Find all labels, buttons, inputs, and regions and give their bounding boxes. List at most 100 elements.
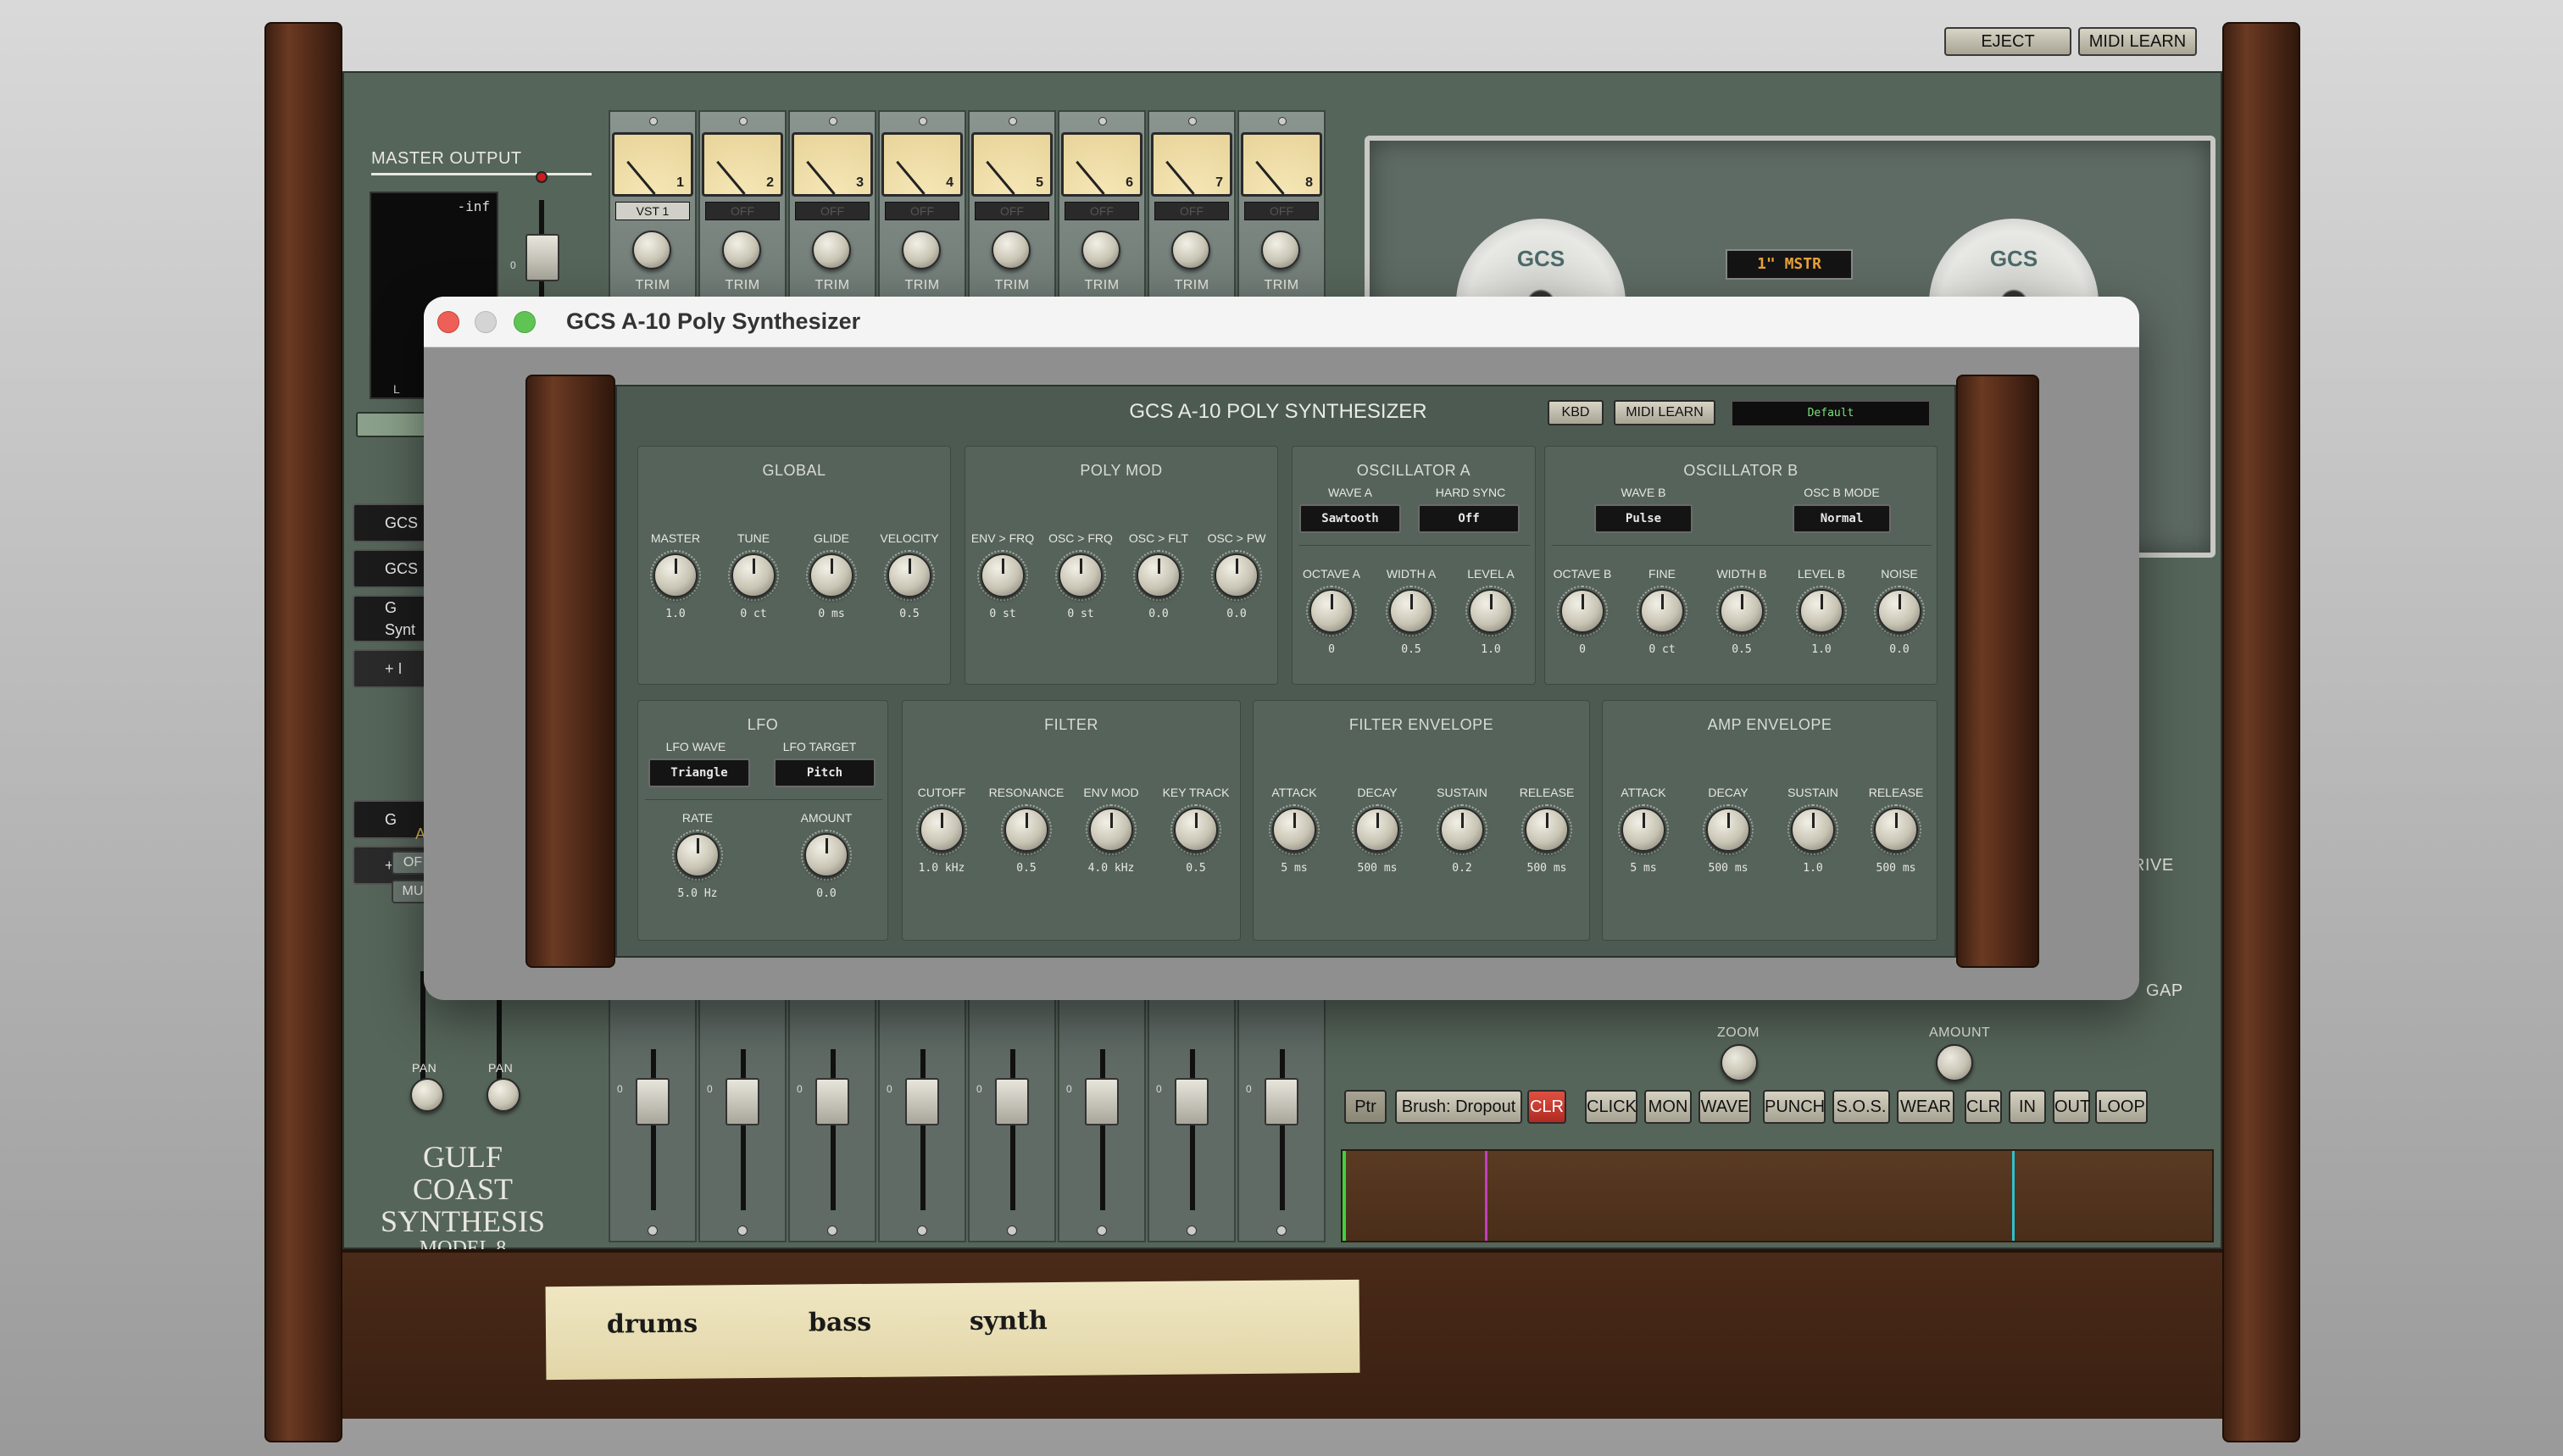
- knob-indicator: [1643, 813, 1645, 828]
- knob[interactable]: [1706, 808, 1750, 852]
- knob[interactable]: [1004, 808, 1048, 852]
- knob[interactable]: [1621, 808, 1665, 852]
- pan-knob-2[interactable]: [486, 1078, 520, 1112]
- fader-cap-1[interactable]: [636, 1078, 670, 1125]
- plugin-slot-7[interactable]: OFF: [1154, 202, 1229, 220]
- knob[interactable]: [1059, 553, 1103, 597]
- master-fader-cap[interactable]: [525, 234, 559, 281]
- knob[interactable]: [1355, 808, 1399, 852]
- fader-cap-7[interactable]: [1175, 1078, 1209, 1125]
- knob[interactable]: [981, 553, 1025, 597]
- knob[interactable]: [1791, 808, 1835, 852]
- knob[interactable]: [1089, 808, 1133, 852]
- fader-cap-5[interactable]: [995, 1078, 1029, 1125]
- side-item-3[interactable]: G Synt: [353, 595, 429, 642]
- plugin-slot-1[interactable]: VST 1: [615, 202, 690, 220]
- host-midi-learn-button[interactable]: MIDI LEARN: [2078, 27, 2197, 56]
- knob[interactable]: [1799, 589, 1843, 633]
- side-item-1[interactable]: GCS V: [353, 503, 429, 567]
- lfo-target-select[interactable]: Pitch: [774, 759, 876, 787]
- knob[interactable]: [1215, 553, 1259, 597]
- knob[interactable]: [1640, 589, 1684, 633]
- window-titlebar[interactable]: GCS A-10 Poly Synthesizer: [424, 297, 2139, 347]
- knob[interactable]: [1525, 808, 1569, 852]
- knob[interactable]: [1174, 808, 1218, 852]
- wave-a-select[interactable]: Sawtooth: [1299, 504, 1401, 533]
- plugin-slot-8[interactable]: OFF: [1244, 202, 1319, 220]
- transport-button-4[interactable]: CLICK: [1585, 1090, 1637, 1124]
- zoom-knob[interactable]: [1721, 1044, 1758, 1081]
- fader-cap-4[interactable]: [905, 1078, 939, 1125]
- transport-button-10[interactable]: CLR: [1965, 1090, 2002, 1124]
- pan-knob-1[interactable]: [410, 1078, 444, 1112]
- knob-value: 500 ms: [1526, 862, 1567, 875]
- transport-button-7[interactable]: PUNCH: [1763, 1090, 1826, 1124]
- transport-button-2[interactable]: Brush: Dropout: [1395, 1090, 1522, 1124]
- knob[interactable]: [1137, 553, 1181, 597]
- transport-button-6[interactable]: WAVE: [1698, 1090, 1751, 1124]
- knob-label: NOISE: [1881, 567, 1918, 581]
- fader-cap-8[interactable]: [1265, 1078, 1298, 1125]
- amount-knob[interactable]: [1936, 1044, 1973, 1081]
- fader-cap-2[interactable]: [726, 1078, 759, 1125]
- knob[interactable]: [731, 553, 776, 597]
- knob[interactable]: [804, 833, 848, 877]
- synth-midi-learn-button[interactable]: MIDI LEARN: [1614, 400, 1715, 425]
- side-item-2[interactable]: GCS: [353, 549, 429, 588]
- fader-screw: [917, 1225, 927, 1236]
- plugin-slot-4[interactable]: OFF: [885, 202, 959, 220]
- knob[interactable]: [809, 553, 853, 597]
- trim-knob-8[interactable]: [1261, 231, 1300, 270]
- knob[interactable]: [920, 808, 964, 852]
- plugin-slot-6[interactable]: OFF: [1065, 202, 1139, 220]
- trim-knob-3[interactable]: [812, 231, 851, 270]
- tape-timeline[interactable]: [1341, 1149, 2214, 1242]
- fader-cap-3[interactable]: [815, 1078, 849, 1125]
- fader-cap-6[interactable]: [1085, 1078, 1119, 1125]
- close-button[interactable]: [437, 311, 459, 333]
- knob[interactable]: [1560, 589, 1604, 633]
- side-add-1[interactable]: + I: [353, 649, 429, 688]
- transport-button-13[interactable]: LOOP: [2095, 1090, 2148, 1124]
- zoom-button[interactable]: [514, 311, 536, 333]
- trim-knob-7[interactable]: [1171, 231, 1210, 270]
- transport-button-3[interactable]: CLR: [1527, 1090, 1566, 1124]
- transport-button-9[interactable]: WEAR: [1897, 1090, 1954, 1124]
- kbd-button[interactable]: KBD: [1548, 400, 1604, 425]
- knob[interactable]: [1272, 808, 1316, 852]
- plugin-slot-2[interactable]: OFF: [705, 202, 780, 220]
- knob[interactable]: [1874, 808, 1918, 852]
- transport-button-5[interactable]: MON: [1644, 1090, 1692, 1124]
- trim-knob-6[interactable]: [1081, 231, 1120, 270]
- transport-button-12[interactable]: OUT: [2053, 1090, 2090, 1124]
- knob[interactable]: [1469, 589, 1513, 633]
- knob[interactable]: [887, 553, 931, 597]
- preset-display[interactable]: Default: [1731, 400, 1931, 427]
- osc-b-mode-select[interactable]: Normal: [1793, 504, 1891, 533]
- transport-button-8[interactable]: S.O.S.: [1832, 1090, 1890, 1124]
- wave-b-select[interactable]: Pulse: [1594, 504, 1693, 533]
- knob-indicator: [1376, 813, 1379, 828]
- vu-needle: [716, 160, 746, 195]
- trim-knob-5[interactable]: [992, 231, 1031, 270]
- knob[interactable]: [1389, 589, 1433, 633]
- minimize-button[interactable]: [475, 311, 497, 333]
- knob-label: KEY TRACK: [1162, 786, 1230, 799]
- hard-sync-select[interactable]: Off: [1418, 504, 1520, 533]
- transport-button-1[interactable]: Ptr: [1344, 1090, 1387, 1124]
- knob[interactable]: [1309, 589, 1354, 633]
- knob[interactable]: [1877, 589, 1921, 633]
- plugin-slot-5[interactable]: OFF: [975, 202, 1049, 220]
- knob-indicator: [1195, 813, 1198, 828]
- knob[interactable]: [653, 553, 698, 597]
- trim-knob-1[interactable]: [632, 231, 671, 270]
- trim-knob-2[interactable]: [722, 231, 761, 270]
- transport-button-11[interactable]: IN: [2009, 1090, 2046, 1124]
- lfo-wave-select[interactable]: Triangle: [648, 759, 750, 787]
- eject-button[interactable]: EJECT: [1944, 27, 2071, 56]
- knob[interactable]: [1720, 589, 1764, 633]
- trim-knob-4[interactable]: [902, 231, 941, 270]
- plugin-slot-3[interactable]: OFF: [795, 202, 870, 220]
- knob[interactable]: [675, 833, 720, 877]
- knob[interactable]: [1440, 808, 1484, 852]
